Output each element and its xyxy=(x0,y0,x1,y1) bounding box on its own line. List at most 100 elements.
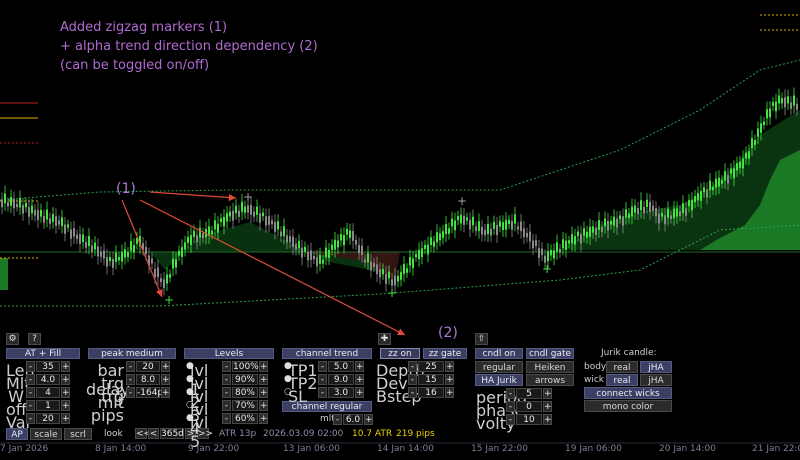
peak-value-2[interactable]: -164p xyxy=(136,387,163,398)
at-minus-4[interactable]: - xyxy=(26,413,35,424)
cndl-value-2[interactable]: 10 xyxy=(516,414,542,425)
lvl-plus-2[interactable]: + xyxy=(259,387,268,398)
scrl-button[interactable]: scrl xyxy=(64,428,92,440)
channel-mlt-value[interactable]: 6.0 xyxy=(343,414,363,425)
zz-value-2[interactable]: 16 xyxy=(418,387,444,398)
at-plus-3[interactable]: + xyxy=(61,400,70,411)
lvl-value-4[interactable]: 60% xyxy=(232,413,258,424)
zz-on-button[interactable]: zz on xyxy=(380,348,420,359)
jurik-body-real[interactable]: real xyxy=(606,361,638,373)
scale-button[interactable]: scale xyxy=(30,428,62,440)
add-icon[interactable]: ✚ xyxy=(378,333,391,345)
lvl-minus-1[interactable]: - xyxy=(222,374,231,385)
mono-color-button[interactable]: mono color xyxy=(584,400,672,412)
lvl-plus-3[interactable]: + xyxy=(259,400,268,411)
lvl-value-1[interactable]: 90% xyxy=(232,374,258,385)
cndl-on-button[interactable]: cndl on xyxy=(475,348,523,359)
cndl-arrows-button[interactable]: arrows xyxy=(526,374,574,386)
at-plus-1[interactable]: + xyxy=(61,374,70,385)
channel-mlt-minus[interactable]: - xyxy=(333,414,342,425)
jurik-body-jha[interactable]: jHA xyxy=(640,361,672,373)
at-minus-1[interactable]: - xyxy=(26,374,35,385)
lvl-value-0[interactable]: 100% xyxy=(232,361,259,372)
cndl-regular-button[interactable]: regular xyxy=(475,361,523,373)
peak-minus-1[interactable]: - xyxy=(126,374,135,385)
lvl-minus-2[interactable]: - xyxy=(222,387,231,398)
lvl-value-3[interactable]: 70% xyxy=(232,400,258,411)
peak-minus-0[interactable]: - xyxy=(126,361,135,372)
at-fill-header[interactable]: AT + Fill xyxy=(6,348,80,359)
gear-icon[interactable]: ⚙ xyxy=(6,333,19,345)
peak-value-0[interactable]: 20 xyxy=(136,361,160,372)
at-plus-0[interactable]: + xyxy=(61,361,70,372)
cndl-minus-1[interactable]: - xyxy=(506,401,515,412)
candle-body xyxy=(436,232,438,243)
cndl-plus-2[interactable]: + xyxy=(543,414,552,425)
at-value-0[interactable]: 35 xyxy=(36,361,60,372)
arrow-up-icon[interactable]: ⇧ xyxy=(475,333,488,345)
at-minus-2[interactable]: - xyxy=(26,387,35,398)
channel-header[interactable]: channel trend xyxy=(282,348,372,359)
peak-plus-1[interactable]: + xyxy=(161,374,170,385)
cndl-ha-jurik-button[interactable]: HA Jurik xyxy=(475,374,523,386)
cndl-heiken-button[interactable]: Heiken Ashi xyxy=(526,361,574,385)
candle-body xyxy=(130,241,132,251)
prev-prev-button[interactable]: << xyxy=(135,428,151,439)
ch-value-2[interactable]: 3.0 xyxy=(328,387,354,398)
zz-minus-2[interactable]: - xyxy=(408,387,417,398)
cndl-minus-0[interactable]: - xyxy=(506,388,515,399)
at-value-3[interactable]: 1 xyxy=(36,400,60,411)
lvl-plus-0[interactable]: + xyxy=(259,361,268,372)
ch-value-1[interactable]: 9.0 xyxy=(328,374,354,385)
lvl-minus-3[interactable]: - xyxy=(222,400,231,411)
lvl-value-2[interactable]: 80% xyxy=(232,387,258,398)
ch-minus-2[interactable]: - xyxy=(318,387,327,398)
lvl-minus-0[interactable]: - xyxy=(222,361,231,372)
zz-plus-1[interactable]: + xyxy=(445,374,454,385)
zz-plus-2[interactable]: + xyxy=(445,387,454,398)
ch-minus-1[interactable]: - xyxy=(318,374,327,385)
cndl-value-0[interactable]: 5 xyxy=(516,388,542,399)
jurik-wick-real[interactable]: real xyxy=(606,374,638,386)
lvl-minus-4[interactable]: - xyxy=(222,413,231,424)
peak-value-1[interactable]: 8.0 xyxy=(136,374,160,385)
levels-header[interactable]: Levels xyxy=(184,348,274,359)
at-plus-4[interactable]: + xyxy=(61,413,70,424)
ch-value-0[interactable]: 5.0 xyxy=(328,361,354,372)
ch-plus-1[interactable]: + xyxy=(355,374,364,385)
at-value-4[interactable]: 20 xyxy=(36,413,60,424)
at-value-1[interactable]: 4.0 xyxy=(36,374,60,385)
peak-minus-2[interactable]: - xyxy=(126,387,135,398)
peak-plus-2[interactable]: + xyxy=(161,387,170,398)
cndl-minus-2[interactable]: - xyxy=(506,414,515,425)
at-plus-2[interactable]: + xyxy=(61,387,70,398)
cndl-gate-button[interactable]: cndl gate xyxy=(526,348,574,359)
zz-minus-0[interactable]: - xyxy=(408,361,417,372)
cndl-plus-1[interactable]: + xyxy=(543,401,552,412)
lvl-plus-1[interactable]: + xyxy=(259,374,268,385)
zz-minus-1[interactable]: - xyxy=(408,374,417,385)
ch-minus-0[interactable]: - xyxy=(318,361,327,372)
look-days-value[interactable]: 365d xyxy=(160,428,184,439)
help-icon[interactable]: ? xyxy=(28,333,41,345)
ch-plus-2[interactable]: + xyxy=(355,387,364,398)
connect-wicks-button[interactable]: connect wicks xyxy=(584,387,672,399)
at-minus-0[interactable]: - xyxy=(26,361,35,372)
peak-header[interactable]: peak medium xyxy=(88,348,176,359)
cndl-plus-0[interactable]: + xyxy=(543,388,552,399)
peak-plus-0[interactable]: + xyxy=(161,361,170,372)
ch-plus-0[interactable]: + xyxy=(355,361,364,372)
zz-plus-0[interactable]: + xyxy=(445,361,454,372)
zz-gate-button[interactable]: zz gate xyxy=(423,348,467,359)
candle-body xyxy=(52,214,54,222)
cndl-value-1[interactable]: 0 xyxy=(516,401,542,412)
prev-button[interactable]: < xyxy=(148,428,159,439)
zigzag-marker-3: + xyxy=(387,286,397,300)
lvl-plus-4[interactable]: + xyxy=(259,413,268,424)
jurik-wick-jha[interactable]: jHA xyxy=(640,374,672,386)
zz-value-0[interactable]: 25 xyxy=(418,361,444,372)
zz-value-1[interactable]: 15 xyxy=(418,374,444,385)
channel-mlt-plus[interactable]: + xyxy=(364,414,373,425)
at-minus-3[interactable]: - xyxy=(26,400,35,411)
at-value-2[interactable]: 4 xyxy=(36,387,60,398)
